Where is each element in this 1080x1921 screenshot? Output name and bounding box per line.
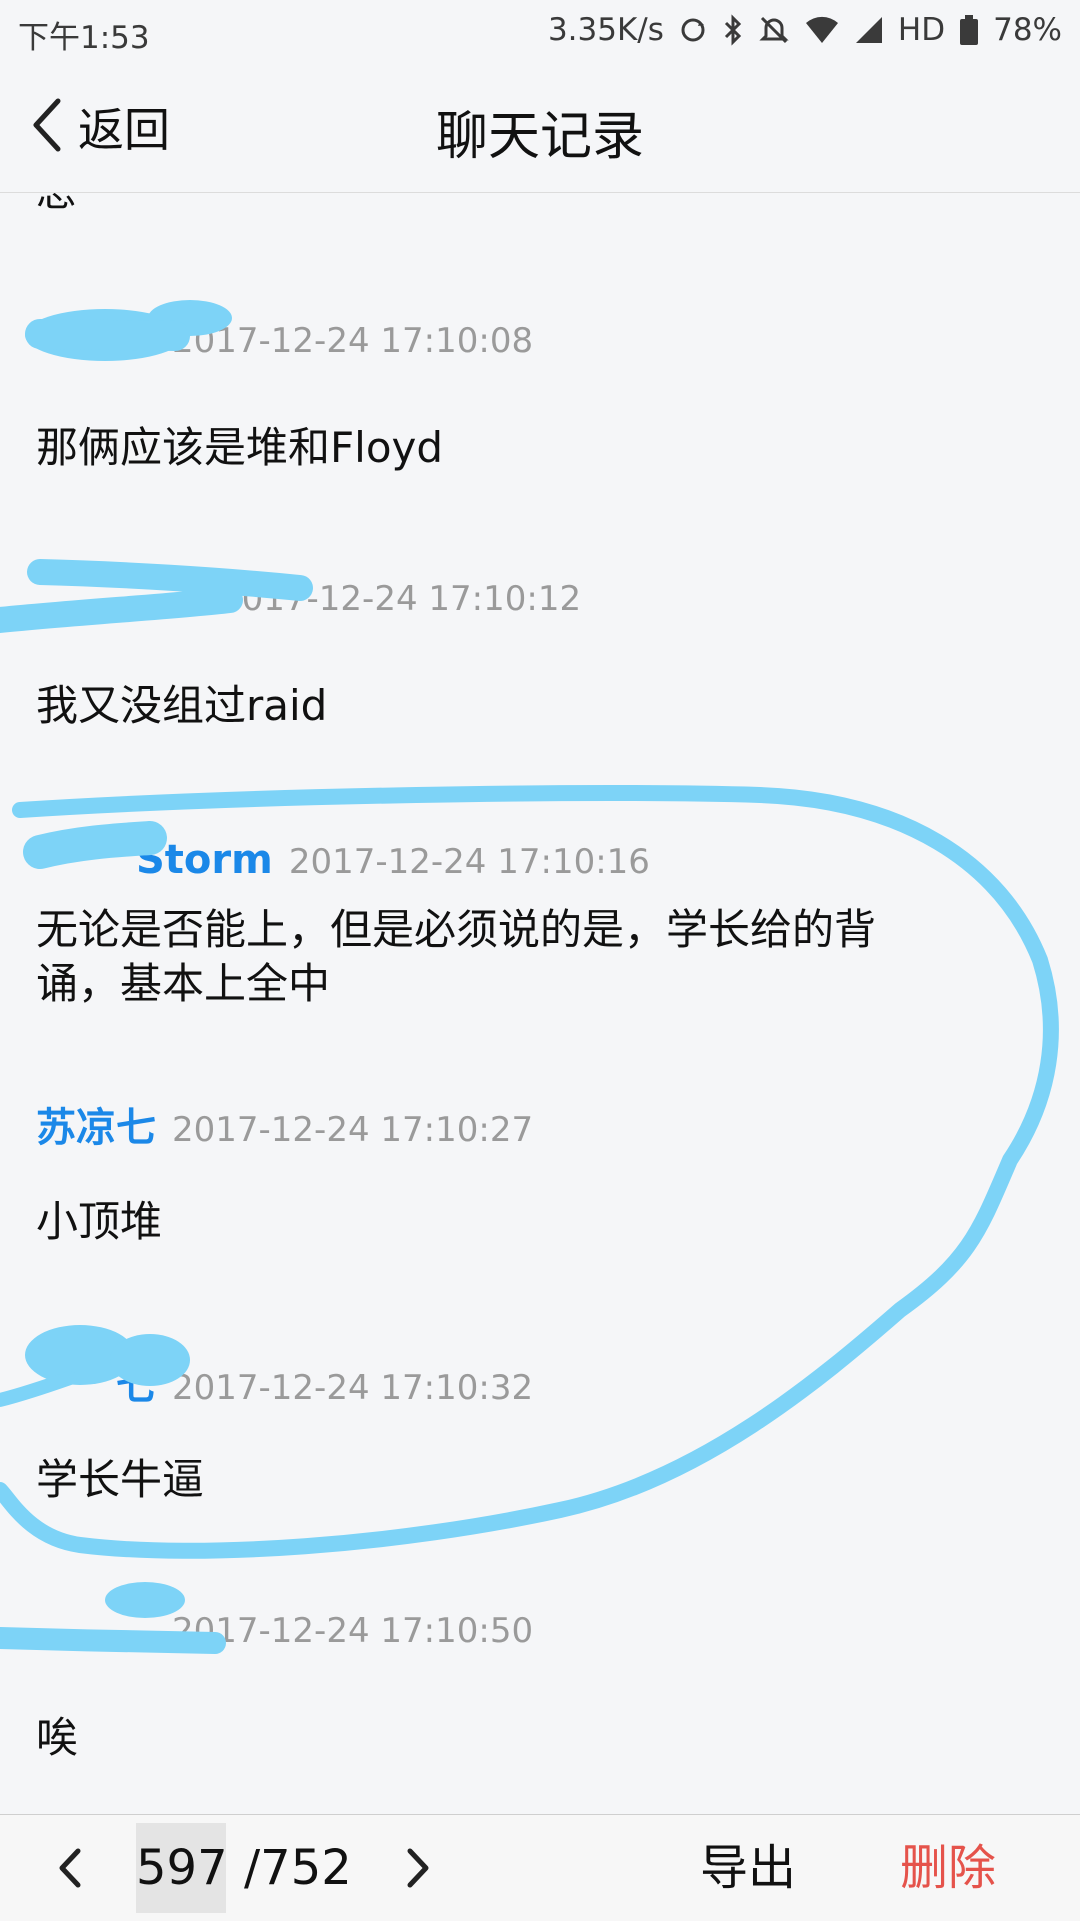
message-text: 学长牛逼 bbox=[36, 1455, 205, 1504]
chevron-right-icon bbox=[407, 1848, 429, 1888]
sender-name[interactable]: 苏凉七 bbox=[36, 1095, 156, 1153]
header: 返回 聊天记录 bbox=[0, 62, 1080, 193]
status-icons: 3.35K/s HD 78% bbox=[548, 12, 1062, 48]
sender-name[interactable]: 七 bbox=[116, 1353, 156, 1411]
message-text: 唉 bbox=[36, 1713, 79, 1762]
message-time: 2017-12-24 17:10:08 bbox=[172, 321, 534, 361]
message-meta: Storm 2017-12-24 17:10:16 bbox=[36, 837, 650, 889]
message-list[interactable]: 总 2017-12-24 17:10:08 那俩应该是堆和Floyd 2017-… bbox=[0, 193, 1080, 1813]
network-speed: 3.35K/s bbox=[547, 12, 664, 48]
message-time: 2017-12-24 17:10:27 bbox=[172, 1110, 534, 1150]
chevron-left-icon bbox=[59, 1848, 81, 1888]
status-time: 下午1:53 bbox=[18, 20, 150, 56]
wifi-icon bbox=[804, 15, 840, 45]
hd-label: HD bbox=[897, 12, 946, 48]
status-bar: 下午1:53 3.35K/s HD 78% bbox=[0, 0, 1080, 62]
page-number-input[interactable]: 597 bbox=[136, 1823, 228, 1913]
next-page-button[interactable] bbox=[392, 1843, 442, 1893]
delete-button[interactable]: 删除 bbox=[900, 1823, 996, 1913]
message-text: 那俩应该是堆和Floyd bbox=[36, 423, 444, 472]
message-meta: 2017-12-24 17:10:12 bbox=[36, 579, 581, 631]
export-button[interactable]: 导出 bbox=[700, 1823, 796, 1913]
page-title: 聊天记录 bbox=[435, 107, 644, 167]
sync-icon bbox=[678, 15, 708, 45]
partial-message-text: 总 bbox=[36, 193, 76, 217]
message-meta: 2017-12-24 17:10:50 bbox=[36, 1611, 533, 1663]
battery-icon bbox=[959, 14, 979, 46]
message-text: 无论是否能上，但是必须说的是，学长给的背诵，基本上全中 bbox=[36, 905, 877, 1008]
message-time: 2017-12-24 17:10:50 bbox=[172, 1611, 534, 1651]
message-meta: 七 2017-12-24 17:10:32 bbox=[36, 1353, 534, 1409]
bluetooth-icon bbox=[722, 14, 744, 46]
prev-page-button[interactable] bbox=[46, 1843, 96, 1893]
sender-name[interactable]: Storm bbox=[136, 837, 273, 883]
message-time: 2017-12-24 17:10:16 bbox=[288, 842, 650, 882]
message-text: 我又没组过raid bbox=[36, 681, 328, 730]
page-total: /752 bbox=[244, 1840, 352, 1896]
footer-toolbar: 597 /752 导出 删除 bbox=[0, 1814, 1080, 1921]
message-meta: 苏凉七 2017-12-24 17:10:27 bbox=[36, 1095, 534, 1151]
signal-icon bbox=[854, 15, 884, 45]
message-time: 2017-12-24 17:10:12 bbox=[220, 579, 582, 619]
message-text: 小顶堆 bbox=[36, 1197, 163, 1246]
mute-icon bbox=[758, 14, 790, 46]
message-time: 2017-12-24 17:10:32 bbox=[172, 1368, 534, 1408]
battery-percent: 78% bbox=[993, 12, 1062, 48]
message-meta: 2017-12-24 17:10:08 bbox=[36, 321, 533, 373]
